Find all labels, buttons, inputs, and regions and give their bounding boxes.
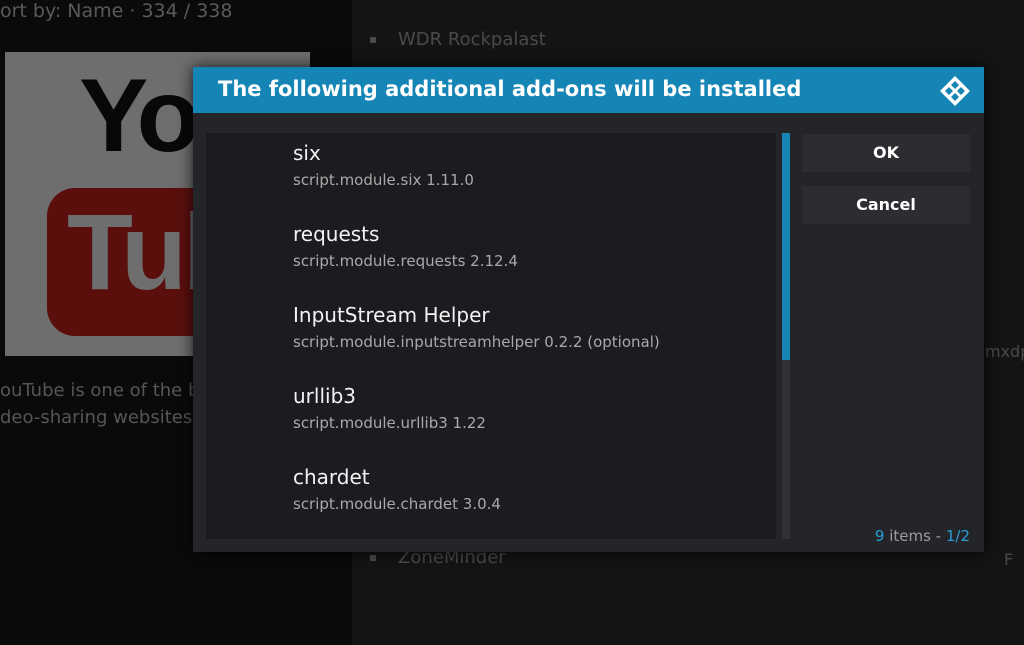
scrollbar-thumb[interactable] [782, 133, 790, 361]
addon-name: chardet [293, 465, 370, 489]
addon-version: script.module.chardet 3.0.4 [293, 495, 501, 513]
list-item[interactable]: chardet script.module.chardet 3.0.4 [206, 457, 776, 538]
dialog-header: The following additional add-ons will be… [193, 67, 984, 113]
background-right-text: F [1004, 550, 1014, 569]
addon-version: script.module.urllib3 1.22 [293, 414, 486, 432]
list-item[interactable]: urllib3 script.module.urllib3 1.22 [206, 376, 776, 457]
background-list-item-label: WDR Rockpalast [398, 29, 546, 50]
addon-name: six [293, 141, 321, 165]
bullet-icon [370, 37, 376, 43]
dialog-title: The following additional add-ons will be… [218, 77, 802, 101]
page-indicator: 1/2 [945, 527, 970, 545]
sort-label: ort by: Name · 334 / 338 [0, 0, 233, 22]
items-count: 9 items - 1/2 [875, 527, 970, 545]
kodi-logo-icon [940, 76, 970, 106]
items-count-number: 9 [874, 527, 885, 545]
addon-version: script.module.inputstreamhelper 0.2.2 (o… [293, 333, 660, 351]
description-line: deo-sharing websites [0, 407, 193, 428]
addon-name: requests [293, 222, 380, 246]
background-list-item[interactable]: WDR Rockpalast [370, 29, 546, 50]
cancel-button[interactable]: Cancel [802, 186, 970, 224]
list-item[interactable]: InputStream Helper script.module.inputst… [206, 295, 776, 376]
addon-version: script.module.requests 2.12.4 [293, 252, 518, 270]
list-item[interactable]: requests script.module.requests 2.12.4 [206, 214, 776, 295]
addon-name: urllib3 [293, 384, 356, 408]
list-scrollbar[interactable] [782, 133, 790, 539]
description-line: ouTube is one of the b [0, 380, 200, 401]
addon-name: InputStream Helper [293, 303, 490, 327]
bullet-icon [370, 555, 376, 561]
list-item[interactable]: six script.module.six 1.11.0 [206, 133, 776, 214]
addon-description: ouTube is one of the b deo-sharing websi… [0, 377, 199, 431]
ok-button[interactable]: OK [802, 134, 970, 172]
addon-list[interactable]: six script.module.six 1.11.0 requests sc… [206, 133, 776, 539]
items-count-label: items [889, 527, 931, 545]
addon-version: script.module.six 1.11.0 [293, 171, 474, 189]
items-count-separator: - [930, 527, 946, 545]
background-right-text: mxdp [985, 342, 1024, 361]
install-addons-dialog: The following additional add-ons will be… [193, 67, 984, 552]
